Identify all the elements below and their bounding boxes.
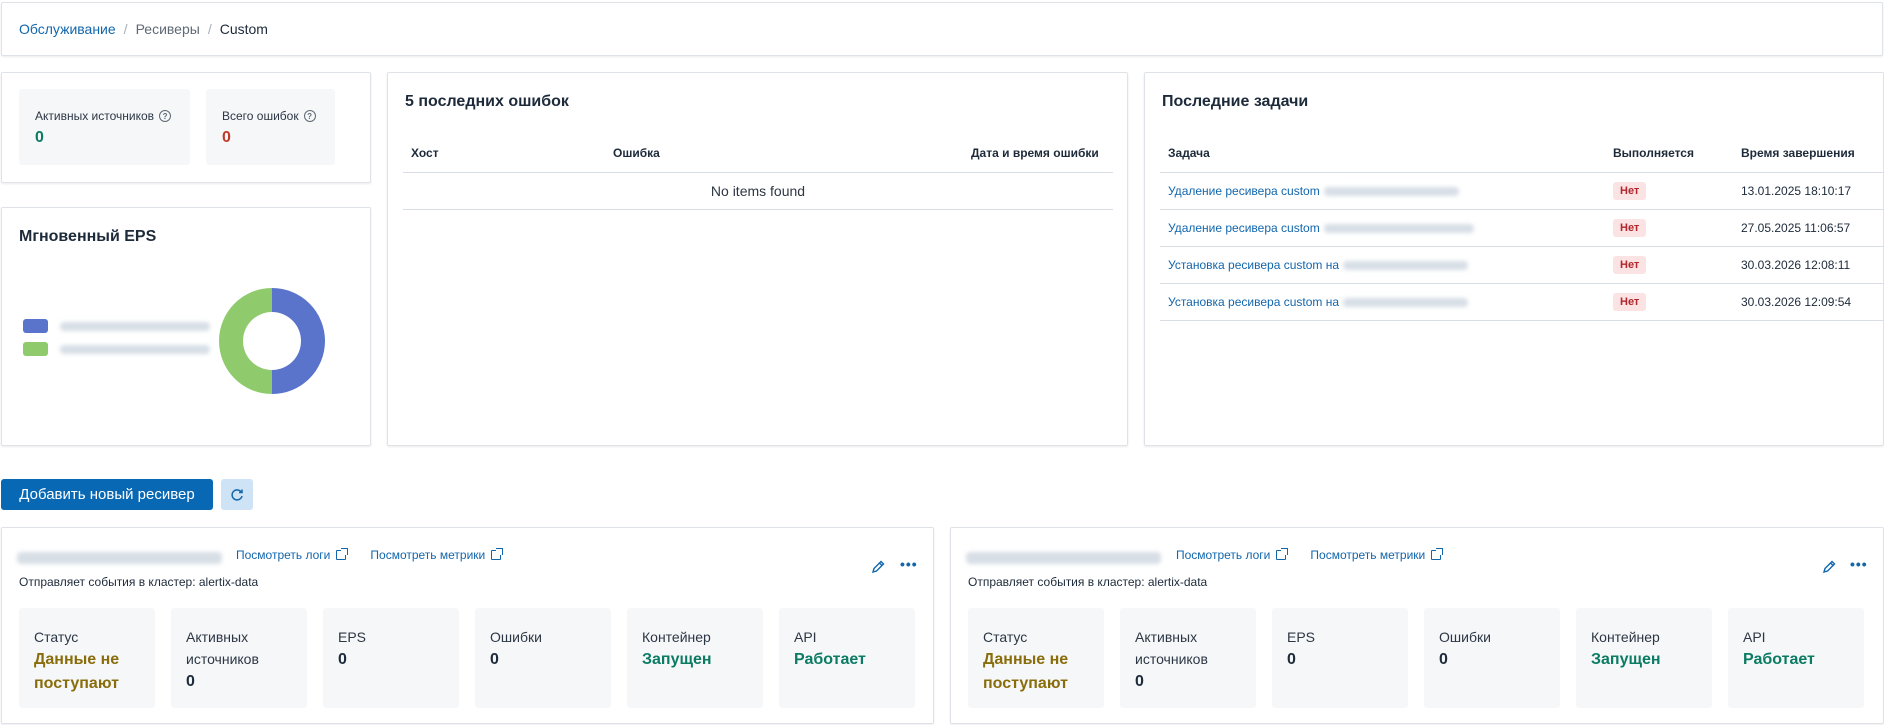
eps-donut-chart	[219, 288, 325, 394]
metric-eps: EPS 0	[1272, 608, 1408, 708]
finished-time: 30.03.2026 12:09:54	[1733, 283, 1884, 321]
metric-container: Контейнер Запущен	[627, 608, 763, 708]
external-link-icon	[1431, 548, 1444, 560]
finished-time: 13.01.2025 18:10:17	[1733, 172, 1884, 210]
legend-swatch-green	[23, 342, 48, 356]
breadcrumb-item-receivers[interactable]: Ресиверы	[136, 21, 200, 37]
running-badge: Нет	[1613, 218, 1647, 237]
more-options-icon[interactable]: •••	[900, 556, 918, 572]
metric-errors: Ошибки 0	[475, 608, 611, 708]
more-options-icon[interactable]: •••	[1850, 556, 1868, 572]
donut-segment-green	[219, 288, 272, 394]
column-task[interactable]: Задача	[1160, 135, 1605, 173]
eps-legend	[23, 319, 210, 356]
legend-item[interactable]	[23, 319, 210, 333]
metric-active-sources: Активных источников 0	[171, 608, 307, 708]
stat-active-sources-label: Активных источников	[35, 109, 155, 123]
column-error[interactable]: Ошибка	[605, 135, 963, 173]
column-error-datetime[interactable]: Дата и время ошибки	[963, 135, 1113, 173]
view-logs-link[interactable]: Посмотреть логи	[236, 548, 349, 562]
edit-icon[interactable]	[1821, 559, 1837, 575]
add-receiver-button[interactable]: Добавить новый ресивер	[1, 479, 213, 510]
empty-text: No items found	[403, 172, 1113, 210]
running-badge: Нет	[1613, 255, 1647, 274]
table-row: Установка ресивера custom на Нет 30.03.2…	[1160, 246, 1884, 284]
recent-errors-title: 5 последних ошибок	[405, 93, 569, 110]
empty-row: No items found	[403, 172, 1113, 210]
breadcrumb-link-maintenance[interactable]: Обслуживание	[19, 21, 116, 37]
help-icon[interactable]: ?	[159, 110, 172, 122]
refresh-icon	[231, 488, 243, 501]
stat-active-sources: Активных источников? 0	[19, 89, 190, 165]
metric-errors: Ошибки 0	[1424, 608, 1560, 708]
receiver-card: Посмотреть логи Посмотреть метрики Отпра…	[950, 527, 1884, 724]
task-target-redacted	[1323, 186, 1459, 196]
metric-eps: EPS 0	[323, 608, 459, 708]
task-target-redacted	[1343, 260, 1469, 270]
stat-total-errors-value: 0	[222, 129, 231, 146]
table-row: Установка ресивера custom на Нет 30.03.2…	[1160, 283, 1884, 321]
receiver-name-redacted	[966, 552, 1161, 564]
receiver-name-redacted	[17, 552, 222, 564]
view-logs-link[interactable]: Посмотреть логи	[1176, 548, 1289, 562]
finished-time: 30.03.2026 12:08:11	[1733, 246, 1884, 284]
tasks-table: Задача Выполняется Время завершения Удал…	[1160, 135, 1884, 321]
cluster-info: Отправляет события в кластер: alertix-da…	[19, 575, 259, 589]
finished-time: 27.05.2025 11:06:57	[1733, 209, 1884, 247]
recent-tasks-panel: Последние задачи Задача Выполняется Врем…	[1144, 72, 1884, 446]
legend-label-redacted	[60, 321, 210, 331]
eps-title: Мгновенный EPS	[19, 228, 157, 245]
refresh-button[interactable]	[221, 479, 253, 510]
external-link-icon	[336, 548, 349, 560]
legend-swatch-blue	[23, 319, 48, 333]
receiver-card: Посмотреть логи Посмотреть метрики Отпра…	[1, 527, 934, 724]
external-link-icon	[1276, 548, 1289, 560]
stat-active-sources-value: 0	[35, 129, 44, 146]
errors-table: Хост Ошибка Дата и время ошибки No items…	[403, 135, 1113, 210]
table-row: Удаление ресивера custom Нет 13.01.2025 …	[1160, 172, 1884, 210]
stat-total-errors-label: Всего ошибок	[222, 109, 299, 123]
stat-total-errors: Всего ошибок? 0	[206, 89, 335, 165]
column-host[interactable]: Хост	[403, 135, 605, 173]
view-metrics-link[interactable]: Посмотреть метрики	[1310, 548, 1444, 562]
legend-label-redacted	[60, 344, 210, 354]
metric-status: Статус Данные не поступают	[968, 608, 1104, 708]
external-link-icon	[491, 548, 504, 560]
metric-active-sources: Активных источников 0	[1120, 608, 1256, 708]
breadcrumb-current: Custom	[219, 21, 268, 37]
task-link[interactable]: Установка ресивера custom на	[1168, 295, 1339, 309]
metric-api: API Работает	[779, 608, 915, 708]
donut-segment-blue	[272, 288, 325, 394]
edit-icon[interactable]	[870, 559, 886, 575]
task-link[interactable]: Удаление ресивера custom	[1168, 221, 1320, 235]
metric-container: Контейнер Запущен	[1576, 608, 1712, 708]
running-badge: Нет	[1613, 292, 1647, 311]
cluster-info: Отправляет события в кластер: alertix-da…	[968, 575, 1208, 589]
column-finished[interactable]: Время завершения	[1733, 135, 1884, 173]
metric-status: Статус Данные не поступают	[19, 608, 155, 708]
recent-tasks-title: Последние задачи	[1162, 93, 1309, 110]
stats-panel: Активных источников? 0 Всего ошибок? 0	[1, 72, 371, 183]
recent-errors-panel: 5 последних ошибок Хост Ошибка Дата и вр…	[387, 72, 1128, 446]
legend-item[interactable]	[23, 342, 210, 356]
task-link[interactable]: Установка ресивера custom на	[1168, 258, 1339, 272]
breadcrumb: Обслуживание / Ресиверы / Custom	[1, 2, 1883, 56]
running-badge: Нет	[1613, 181, 1647, 200]
task-target-redacted	[1323, 223, 1474, 233]
task-target-redacted	[1343, 297, 1469, 307]
eps-panel: Мгновенный EPS	[1, 207, 371, 446]
breadcrumb-separator: /	[207, 21, 212, 37]
help-icon[interactable]: ?	[303, 110, 316, 122]
task-link[interactable]: Удаление ресивера custom	[1168, 184, 1320, 198]
table-row: Удаление ресивера custom Нет 27.05.2025 …	[1160, 209, 1884, 247]
column-running[interactable]: Выполняется	[1605, 135, 1733, 173]
metric-api: API Работает	[1728, 608, 1864, 708]
breadcrumb-separator: /	[123, 21, 128, 37]
view-metrics-link[interactable]: Посмотреть метрики	[370, 548, 504, 562]
